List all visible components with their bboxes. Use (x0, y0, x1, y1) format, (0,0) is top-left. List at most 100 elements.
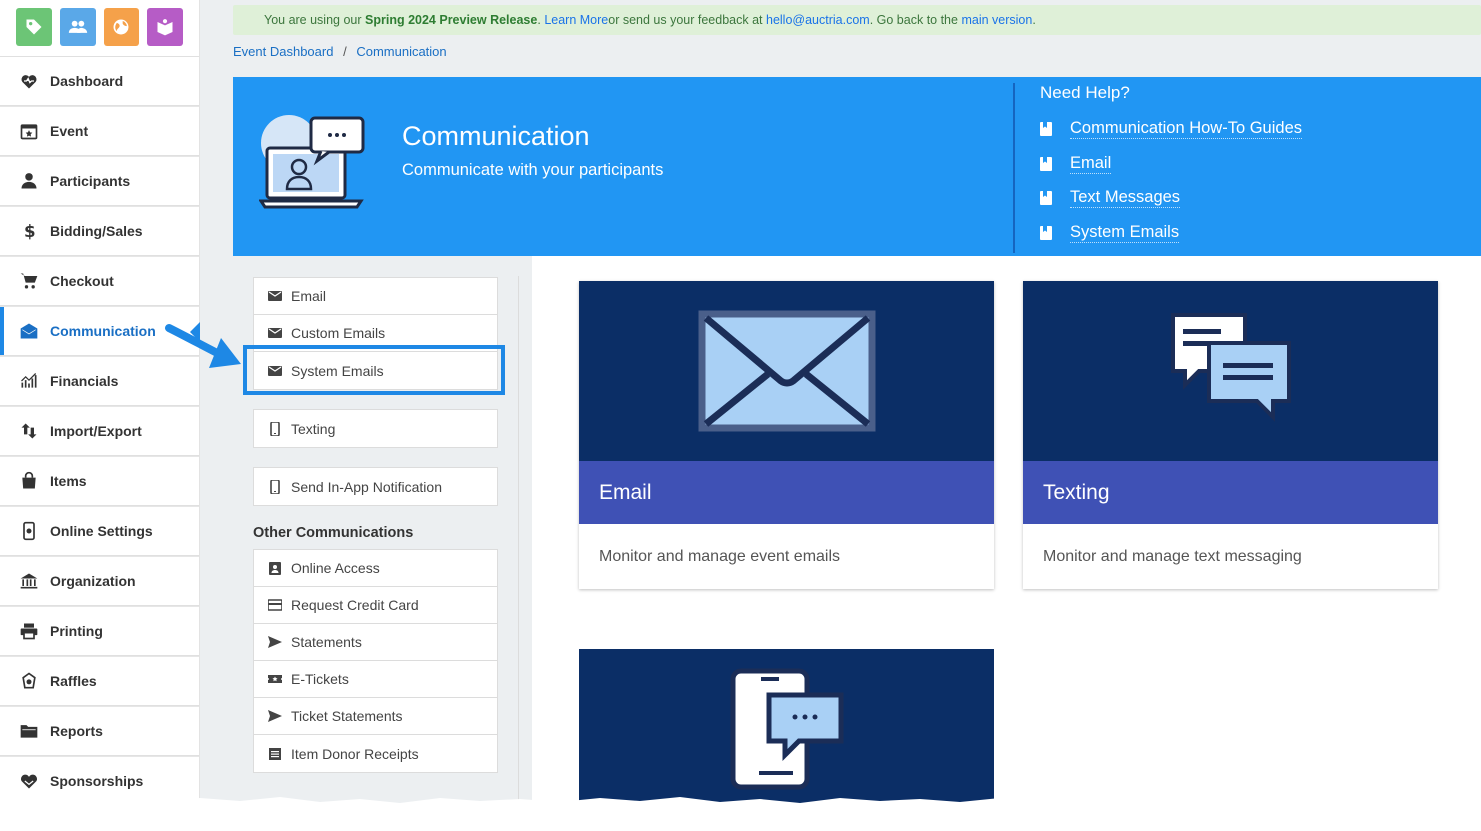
sidebar-item-label: Raffles (50, 673, 97, 689)
menu-item-statements[interactable]: Statements (254, 624, 497, 661)
bookmark-icon (1040, 122, 1052, 137)
banner-middle: or send us your feedback at (608, 13, 763, 27)
svg-text:$: $ (24, 222, 36, 241)
menu-item-label: E-Tickets (291, 671, 349, 687)
email-card-title: Email (579, 461, 994, 524)
help-title: Need Help? (1040, 83, 1130, 102)
communication-menu: Email Custom Emails System Emails Textin… (233, 256, 532, 805)
sidebar-item-printing[interactable]: Printing (0, 606, 199, 656)
menu-item-label: Email (291, 288, 327, 304)
menu-item-label: Request Credit Card (291, 597, 419, 613)
learn-more-link[interactable]: Learn More (544, 13, 608, 27)
banner-go-back: . Go back to the (869, 13, 958, 27)
envelope-open-icon (18, 320, 40, 342)
inapp-card-image (579, 649, 994, 809)
menu-item-label: Custom Emails (291, 325, 386, 341)
online-settings-icon (18, 520, 40, 542)
sidebar-item-label: Event (50, 123, 89, 139)
credit-card-icon (268, 598, 282, 612)
handshake-icon (18, 770, 40, 792)
inapp-menu-group: Send In-App Notification (253, 467, 498, 506)
texting-card[interactable]: Texting Monitor and manage text messagin… (1023, 281, 1438, 589)
texting-card-description: Monitor and manage text messaging (1043, 547, 1302, 565)
main-version-link[interactable]: main version (961, 13, 1032, 27)
sidebar-item-checkout[interactable]: Checkout (0, 256, 199, 306)
breadcrumb-event-dashboard[interactable]: Event Dashboard (233, 44, 333, 59)
sidebar-item-label: Organization (50, 573, 136, 589)
help-link-label: Communication How-To Guides (1070, 119, 1303, 140)
help-link-email[interactable]: Email (1040, 147, 1302, 182)
chat-bubbles-icon (1170, 313, 1291, 422)
help-panel: Need Help? Communication How-To Guides E… (1013, 83, 1303, 253)
sidebar-item-label: Participants (50, 173, 131, 189)
help-link-system-emails[interactable]: System Emails (1040, 216, 1302, 251)
sidebar-item-reports[interactable]: Reports (0, 706, 199, 756)
globe-app-button[interactable] (103, 8, 140, 46)
people-app-button[interactable] (59, 8, 96, 46)
send-icon (268, 635, 282, 649)
email-card[interactable]: Email Monitor and manage event emails (579, 281, 994, 589)
sidebar-item-event[interactable]: Event (0, 106, 199, 156)
menu-item-item-donor-receipts[interactable]: Item Donor Receipts (254, 735, 497, 772)
menu-item-ticket-statements[interactable]: Ticket Statements (254, 698, 497, 735)
page-header: Communication Communicate with your part… (233, 77, 1481, 256)
menu-item-label: Send In-App Notification (291, 478, 442, 495)
people-icon (68, 20, 87, 33)
tag-icon (26, 19, 42, 35)
feedback-email-link[interactable]: hello@auctria.com (766, 13, 870, 27)
sidebar-item-organization[interactable]: Organization (0, 556, 199, 606)
menu-item-request-credit-card[interactable]: Request Credit Card (254, 587, 497, 624)
envelope-large-icon (698, 310, 875, 432)
dashboard-icon (18, 70, 40, 92)
book-app-button[interactable] (147, 8, 183, 46)
menu-item-email[interactable]: Email (254, 278, 497, 315)
person-icon (18, 170, 40, 192)
menu-item-texting[interactable]: Texting (254, 410, 497, 447)
sidebar-item-label: Checkout (50, 273, 114, 289)
sidebar-item-label: Items (50, 473, 87, 489)
menu-item-e-tickets[interactable]: E-Tickets (254, 661, 497, 698)
texting-card-image (1023, 281, 1438, 461)
inapp-notification-card[interactable] (579, 649, 994, 809)
tag-app-button[interactable] (16, 8, 52, 46)
help-link-text-messages[interactable]: Text Messages (1040, 181, 1302, 216)
sidebar-item-online-settings[interactable]: Online Settings (0, 506, 199, 556)
breadcrumb-separator: / (343, 44, 347, 59)
menu-item-send-inapp-notification[interactable]: Send In-App Notification (254, 468, 497, 505)
help-link-how-to-guides[interactable]: Communication How-To Guides (1040, 112, 1303, 147)
bookmark-icon (1040, 156, 1052, 171)
sidebar-item-raffles[interactable]: Raffles (0, 656, 199, 706)
system-emails-highlight (243, 345, 505, 395)
menu-item-label: Item Donor Receipts (291, 745, 419, 762)
email-card-description: Monitor and manage event emails (599, 547, 841, 565)
raffle-icon (18, 670, 40, 692)
globe-icon (113, 19, 129, 35)
menu-item-online-access[interactable]: Online Access (254, 550, 497, 587)
badge-icon (268, 561, 282, 575)
sidebar-item-import-export[interactable]: Import/Export (0, 406, 199, 456)
chart-icon (18, 370, 40, 392)
sidebar-item-label: Sponsorships (50, 773, 144, 789)
dollar-icon: $ (18, 220, 40, 242)
feature-cards: Email Monitor and manage event emails Te… (532, 256, 1481, 809)
sidebar-item-label: Online Settings (50, 523, 153, 539)
sidebar-item-bidding-sales[interactable]: $ Bidding/Sales (0, 206, 199, 256)
send-icon (268, 709, 282, 723)
sidebar-item-participants[interactable]: Participants (0, 156, 199, 206)
other-communications-heading: Other Communications (253, 525, 414, 541)
sidebar-item-label: Dashboard (50, 73, 124, 89)
sidebar-item-label: Reports (50, 723, 103, 739)
torn-edge-decoration (0, 797, 1481, 831)
sidebar-item-dashboard[interactable]: Dashboard (0, 56, 199, 106)
sidebar: Dashboard Event Participants $ Bidding/S… (0, 0, 200, 806)
main-content: You are using our Spring 2024 Preview Re… (200, 0, 1481, 809)
calendar-icon (18, 120, 40, 142)
sidebar-item-items[interactable]: Items (0, 456, 199, 506)
bookmark-icon (1040, 191, 1052, 206)
panel-divider (518, 276, 519, 805)
breadcrumb-communication[interactable]: Communication (356, 44, 446, 59)
help-link-label: Email (1070, 153, 1112, 174)
sidebar-item-label: Import/Export (50, 423, 142, 439)
phone-icon (268, 479, 282, 494)
import-export-icon (18, 420, 40, 442)
